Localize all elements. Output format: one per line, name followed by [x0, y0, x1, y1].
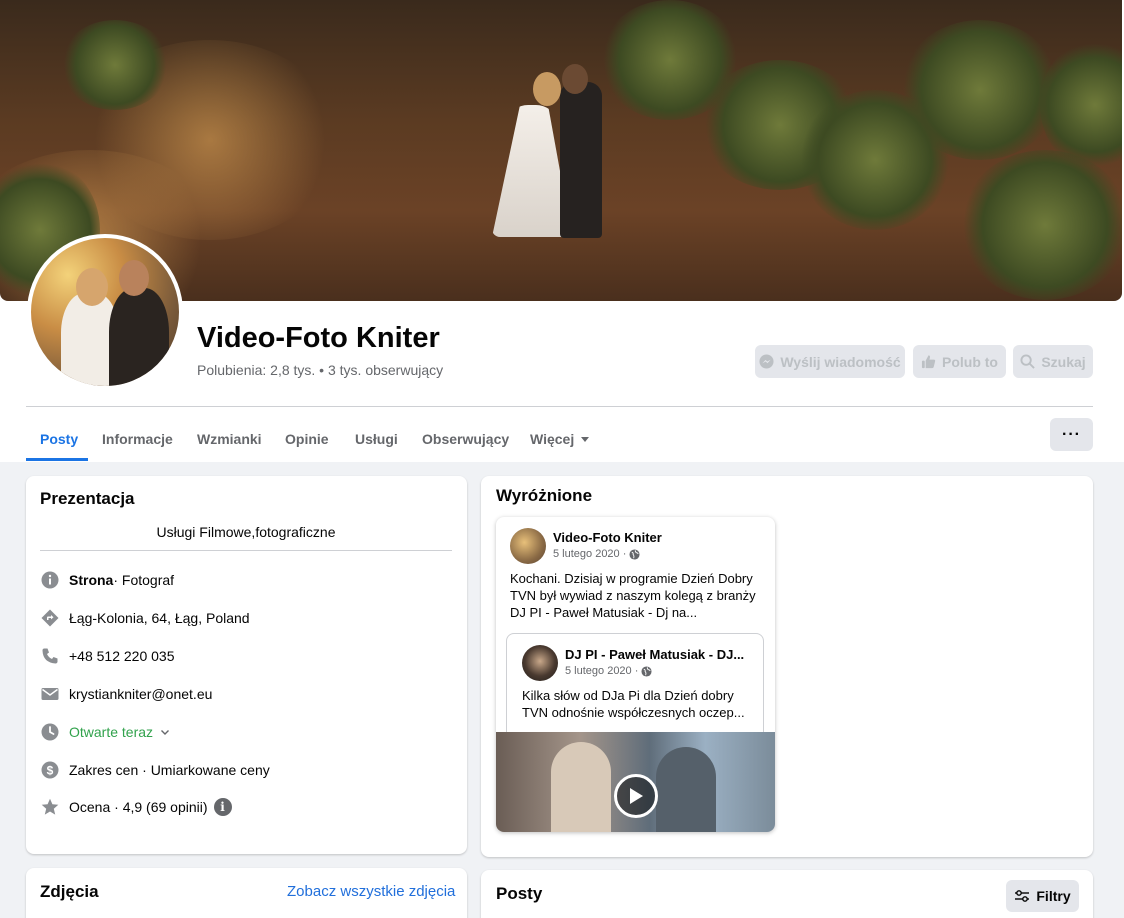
phone-row[interactable]: +48 512 220 035	[40, 645, 175, 667]
globe-icon	[629, 548, 640, 560]
cover-bride-head	[533, 72, 561, 106]
tab-opinie[interactable]: Opinie	[271, 420, 343, 458]
see-all-photos-link[interactable]: Zobacz wszystkie zdjęcia	[287, 883, 455, 900]
send-message-label: Wyślij wiadomość	[780, 353, 901, 370]
shared-date-text: 5 lutego 2020 ·	[565, 665, 639, 677]
video-person-left	[551, 742, 611, 832]
intro-bio: Usługi Filmowe,fotograficzne	[156, 524, 336, 540]
active-tab-indicator	[26, 458, 88, 461]
search-page-button[interactable]: Szukaj	[1013, 345, 1093, 378]
posts-card	[481, 870, 1093, 918]
cover-tree	[900, 20, 1060, 160]
intro-divider	[40, 550, 452, 551]
category-row: Strona · Fotograf	[40, 569, 174, 591]
thumbs-up-icon	[921, 355, 936, 369]
hours-row[interactable]: Otwarte teraz	[40, 721, 171, 743]
tab-wiecej[interactable]: Więcej	[516, 420, 604, 458]
sliders-icon	[1015, 890, 1030, 902]
page-stats[interactable]: Polubienia: 2,8 tys. • 3 tys. obserwując…	[197, 362, 443, 378]
email-row[interactable]: krystiankniter@onet.eu	[40, 683, 212, 705]
cover-tree	[60, 20, 170, 110]
play-icon	[630, 788, 643, 804]
phone-icon	[40, 646, 60, 666]
tab-posty[interactable]: Posty	[26, 420, 92, 458]
cover-photo[interactable]	[0, 0, 1122, 301]
video-person-right	[656, 747, 716, 832]
shared-author-avatar[interactable]	[522, 645, 558, 681]
send-message-button[interactable]: Wyślij wiadomość	[755, 345, 905, 378]
filters-label: Filtry	[1036, 888, 1071, 904]
dollar-icon: $	[40, 760, 60, 780]
post-date[interactable]: 5 lutego 2020 ·	[553, 548, 640, 560]
envelope-icon	[40, 684, 60, 704]
avatar-bride-head	[76, 268, 108, 306]
tab-uslugi[interactable]: Usługi	[341, 420, 412, 458]
filters-button[interactable]: Filtry	[1006, 880, 1079, 912]
clock-icon	[40, 722, 60, 742]
tab-obserwujacy[interactable]: Obserwujący	[408, 420, 523, 458]
tab-wzmianki[interactable]: Wzmianki	[183, 420, 276, 458]
shared-post-text: Kilka słów od DJa Pi dla Dzień dobry TVN…	[522, 688, 745, 720]
page-title: Video-Foto Kniter	[197, 322, 440, 354]
like-page-label: Polub to	[942, 353, 998, 370]
price-text: Zakres cen · Umiarkowane ceny	[69, 762, 270, 778]
address-text: Łąg-Kolonia, 64, Łąg, Poland	[69, 610, 250, 626]
avatar-groom-head	[119, 260, 149, 296]
intro-title: Prezentacja	[40, 489, 135, 508]
rating-info-icon[interactable]: i	[213, 798, 232, 816]
shared-post-date[interactable]: 5 lutego 2020 ·	[565, 665, 652, 677]
globe-icon	[641, 665, 652, 677]
chevron-down-icon	[161, 730, 170, 735]
post-author-name[interactable]: Video-Foto Kniter	[553, 530, 662, 545]
photos-title: Zdjęcia	[40, 882, 99, 901]
tab-wiecej-label: Więcej	[530, 431, 575, 447]
phone-text: +48 512 220 035	[69, 648, 175, 664]
star-icon	[40, 797, 60, 817]
category-value: · Fotograf	[113, 572, 175, 588]
more-options-button[interactable]: ···	[1050, 418, 1093, 451]
avatar-groom	[109, 288, 169, 386]
price-row: $ Zakres cen · Umiarkowane ceny	[40, 759, 270, 781]
post-author-avatar[interactable]	[510, 528, 546, 564]
category-type: Strona	[69, 572, 114, 588]
cover-groom-head	[562, 64, 588, 94]
rating-row[interactable]: Ocena · 4,9 (69 opinii) i	[40, 796, 232, 818]
hours-text: Otwarte teraz	[69, 724, 154, 740]
cover-groom	[560, 82, 602, 238]
messenger-icon	[759, 354, 774, 369]
rating-text: Ocena · 4,9 (69 opinii)	[69, 799, 208, 815]
email-text: krystiankniter@onet.eu	[69, 686, 213, 702]
page-header: Video-Foto Kniter Polubienia: 2,8 tys. •…	[0, 0, 1124, 462]
shared-author-name[interactable]: DJ PI - Paweł Matusiak - DJ...	[565, 647, 750, 662]
header-divider	[26, 406, 1093, 407]
like-page-button[interactable]: Polub to	[913, 345, 1006, 378]
featured-post[interactable]: Video-Foto Kniter 5 lutego 2020 · Kochan…	[496, 517, 775, 832]
info-icon	[40, 570, 60, 590]
post-date-text: 5 lutego 2020 ·	[553, 548, 627, 560]
svg-text:$: $	[47, 764, 54, 778]
search-page-label: Szukaj	[1041, 353, 1086, 370]
profile-avatar[interactable]	[27, 234, 183, 390]
video-thumbnail[interactable]	[496, 732, 775, 832]
caret-down-icon	[581, 437, 590, 442]
directions-icon	[40, 608, 60, 628]
cover-tree	[960, 150, 1122, 300]
featured-title: Wyróżnione	[496, 486, 593, 505]
address-row[interactable]: Łąg-Kolonia, 64, Łąg, Poland	[40, 607, 250, 629]
post-text: Kochani. Dzisiaj w programie Dzień Dobry…	[510, 571, 756, 620]
search-icon	[1020, 354, 1036, 369]
posts-title: Posty	[496, 884, 543, 903]
tab-informacje[interactable]: Informacje	[88, 420, 187, 458]
play-button[interactable]	[614, 774, 658, 818]
